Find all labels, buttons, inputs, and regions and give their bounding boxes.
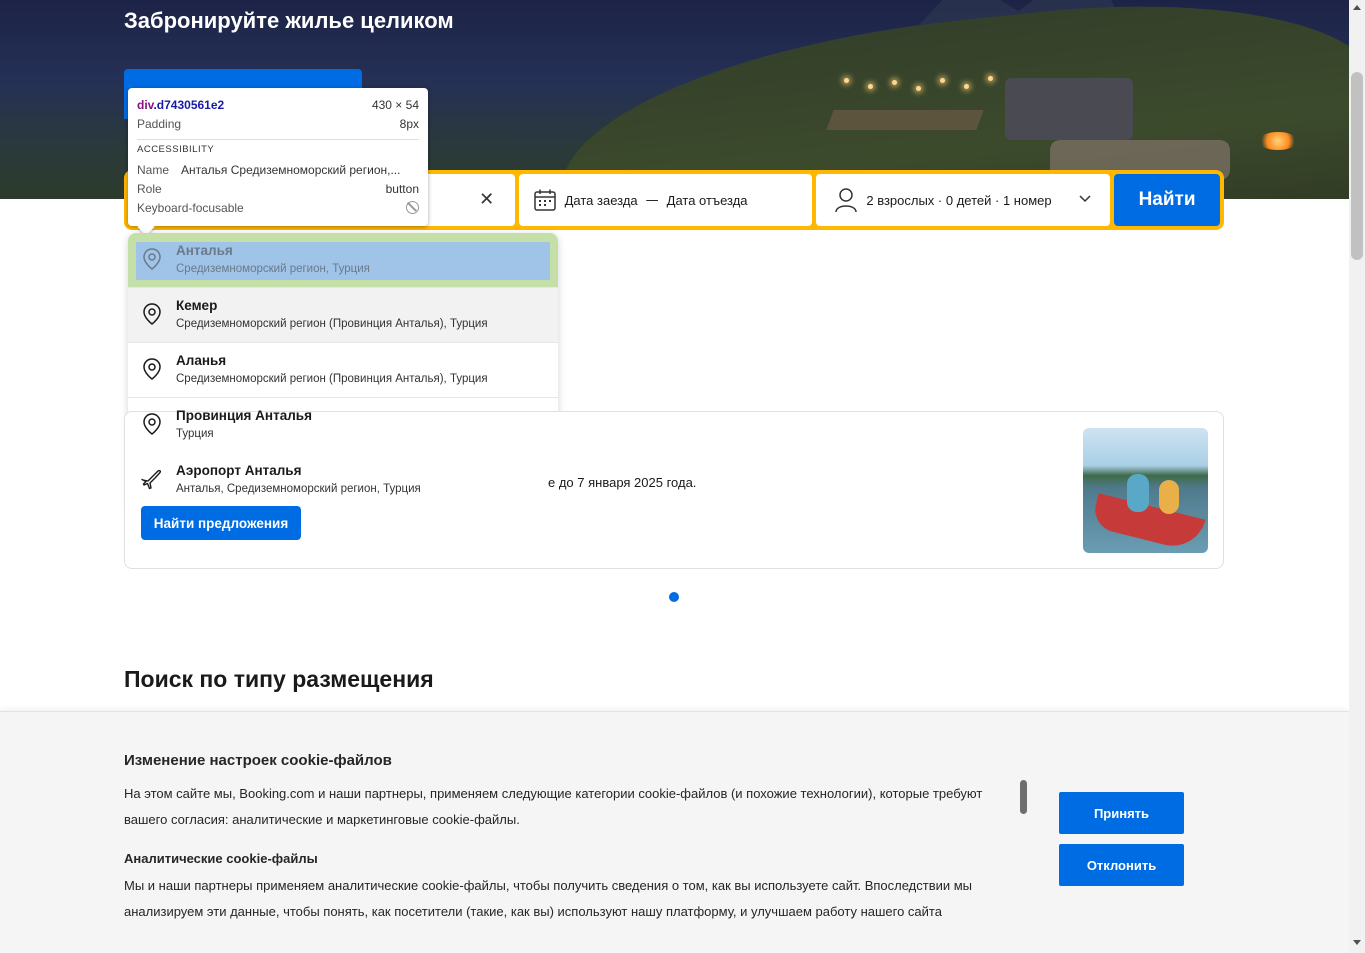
person-icon — [835, 188, 858, 213]
tooltip-divider — [137, 139, 419, 140]
devtools-inspect-tooltip: div.d7430561e2 430 × 54 Padding 8px ACCE… — [128, 88, 428, 236]
inspected-element: div.d7430561e2 — [137, 98, 224, 112]
focusable-label: Keyboard-focusable — [137, 200, 244, 215]
calendar-icon — [533, 189, 556, 211]
checkin-label: Дата заезда — [564, 192, 638, 208]
suggestion-subtitle: Средиземноморский регион, Турция — [176, 263, 370, 275]
name-label: Name — [137, 162, 170, 177]
name-value: Анталья Средиземноморский регион,... — [181, 162, 401, 177]
chevron-down-icon — [1079, 195, 1091, 203]
dates-field[interactable]: Дата заезда — Дата отъезда — [518, 174, 813, 226]
suggestion-title: Анталья — [176, 243, 233, 258]
airplane-icon — [141, 469, 162, 490]
fire-pit — [1258, 132, 1298, 150]
suggestion-item[interactable]: Аланья Средиземноморский регион (Провинц… — [128, 343, 558, 398]
carousel-dot[interactable] — [669, 592, 679, 602]
location-pin-icon — [143, 248, 161, 270]
element-size: 430 × 54 — [371, 97, 419, 112]
close-icon[interactable]: ✕ — [477, 190, 497, 210]
suggestion-subtitle: Анталья, Средиземноморский регион, Турци… — [176, 483, 421, 495]
cookie-scrollbar[interactable] — [1020, 780, 1027, 814]
suggestion-subtitle: Турция — [176, 428, 214, 440]
location-pin-icon — [143, 303, 161, 325]
analytics-text: Мы и наши партнеры применяем аналитическ… — [124, 878, 973, 919]
location-pin-icon — [143, 413, 161, 435]
padding-label: Padding — [137, 116, 182, 131]
element-class: .d7430561e2 — [153, 97, 225, 112]
cookie-intro: На этом сайте мы, Booking.com и наши пар… — [124, 786, 983, 827]
guests-field[interactable]: 2 взрослых · 0 детей · 1 номер — [816, 174, 1111, 226]
accept-cookies-button[interactable]: Принять — [1059, 792, 1184, 834]
guests-summary: 2 взрослых · 0 детей · 1 номер — [866, 192, 1052, 208]
promo-text: е до 7 января 2025 года. — [548, 475, 697, 490]
scrollbar-thumb[interactable] — [1351, 72, 1363, 260]
location-pin-icon — [143, 358, 161, 380]
padding-value: 8px — [399, 116, 419, 131]
string-lights — [840, 70, 1000, 100]
suggestion-title: Кемер — [176, 298, 218, 313]
hero-deck — [826, 110, 984, 130]
suggestion-title: Аланья — [176, 353, 227, 368]
reject-cookies-button[interactable]: Отклонить — [1059, 844, 1184, 886]
suggestion-title: Аэропорт Анталья — [176, 463, 302, 478]
analytics-heading: Аналитические cookie-файлы — [124, 851, 318, 866]
suggestion-subtitle: Средиземноморский регион (Провинция Анта… — [176, 318, 488, 330]
page-scrollbar[interactable] — [1349, 0, 1365, 953]
hero-title: Забронируйте жилье целиком — [124, 8, 454, 33]
hot-tub — [1005, 78, 1133, 140]
role-value: button — [385, 181, 419, 196]
suggestion-title: Провинция Анталья — [176, 408, 312, 423]
find-deals-button[interactable]: Найти предложения — [141, 506, 301, 540]
cookie-title: Изменение настроек cookie-файлов — [124, 752, 392, 769]
cookie-banner: Изменение настроек cookie-файлов На этом… — [0, 711, 1349, 953]
scroll-down-arrow-icon[interactable] — [1353, 940, 1361, 945]
suggestion-subtitle: Средиземноморский регион (Провинция Анта… — [176, 373, 488, 385]
element-tag: div — [137, 97, 154, 112]
promo-image — [1083, 428, 1208, 553]
person-shape — [1159, 480, 1179, 514]
section-title: Поиск по типу размещения — [124, 666, 434, 692]
suggestion-item[interactable]: Кемер Средиземноморский регион (Провинци… — [128, 288, 558, 343]
date-separator: — — [645, 192, 659, 208]
suggestion-item[interactable]: Анталья Средиземноморский регион, Турция — [128, 233, 558, 288]
not-allowed-icon — [406, 201, 419, 214]
accessibility-heading: ACCESSIBILITY — [137, 144, 215, 155]
search-button[interactable]: Найти — [1114, 174, 1220, 226]
role-label: Role — [137, 181, 162, 196]
person-shape — [1127, 474, 1149, 512]
scroll-up-arrow-icon[interactable] — [1353, 5, 1361, 10]
checkout-label: Дата отъезда — [666, 192, 748, 208]
